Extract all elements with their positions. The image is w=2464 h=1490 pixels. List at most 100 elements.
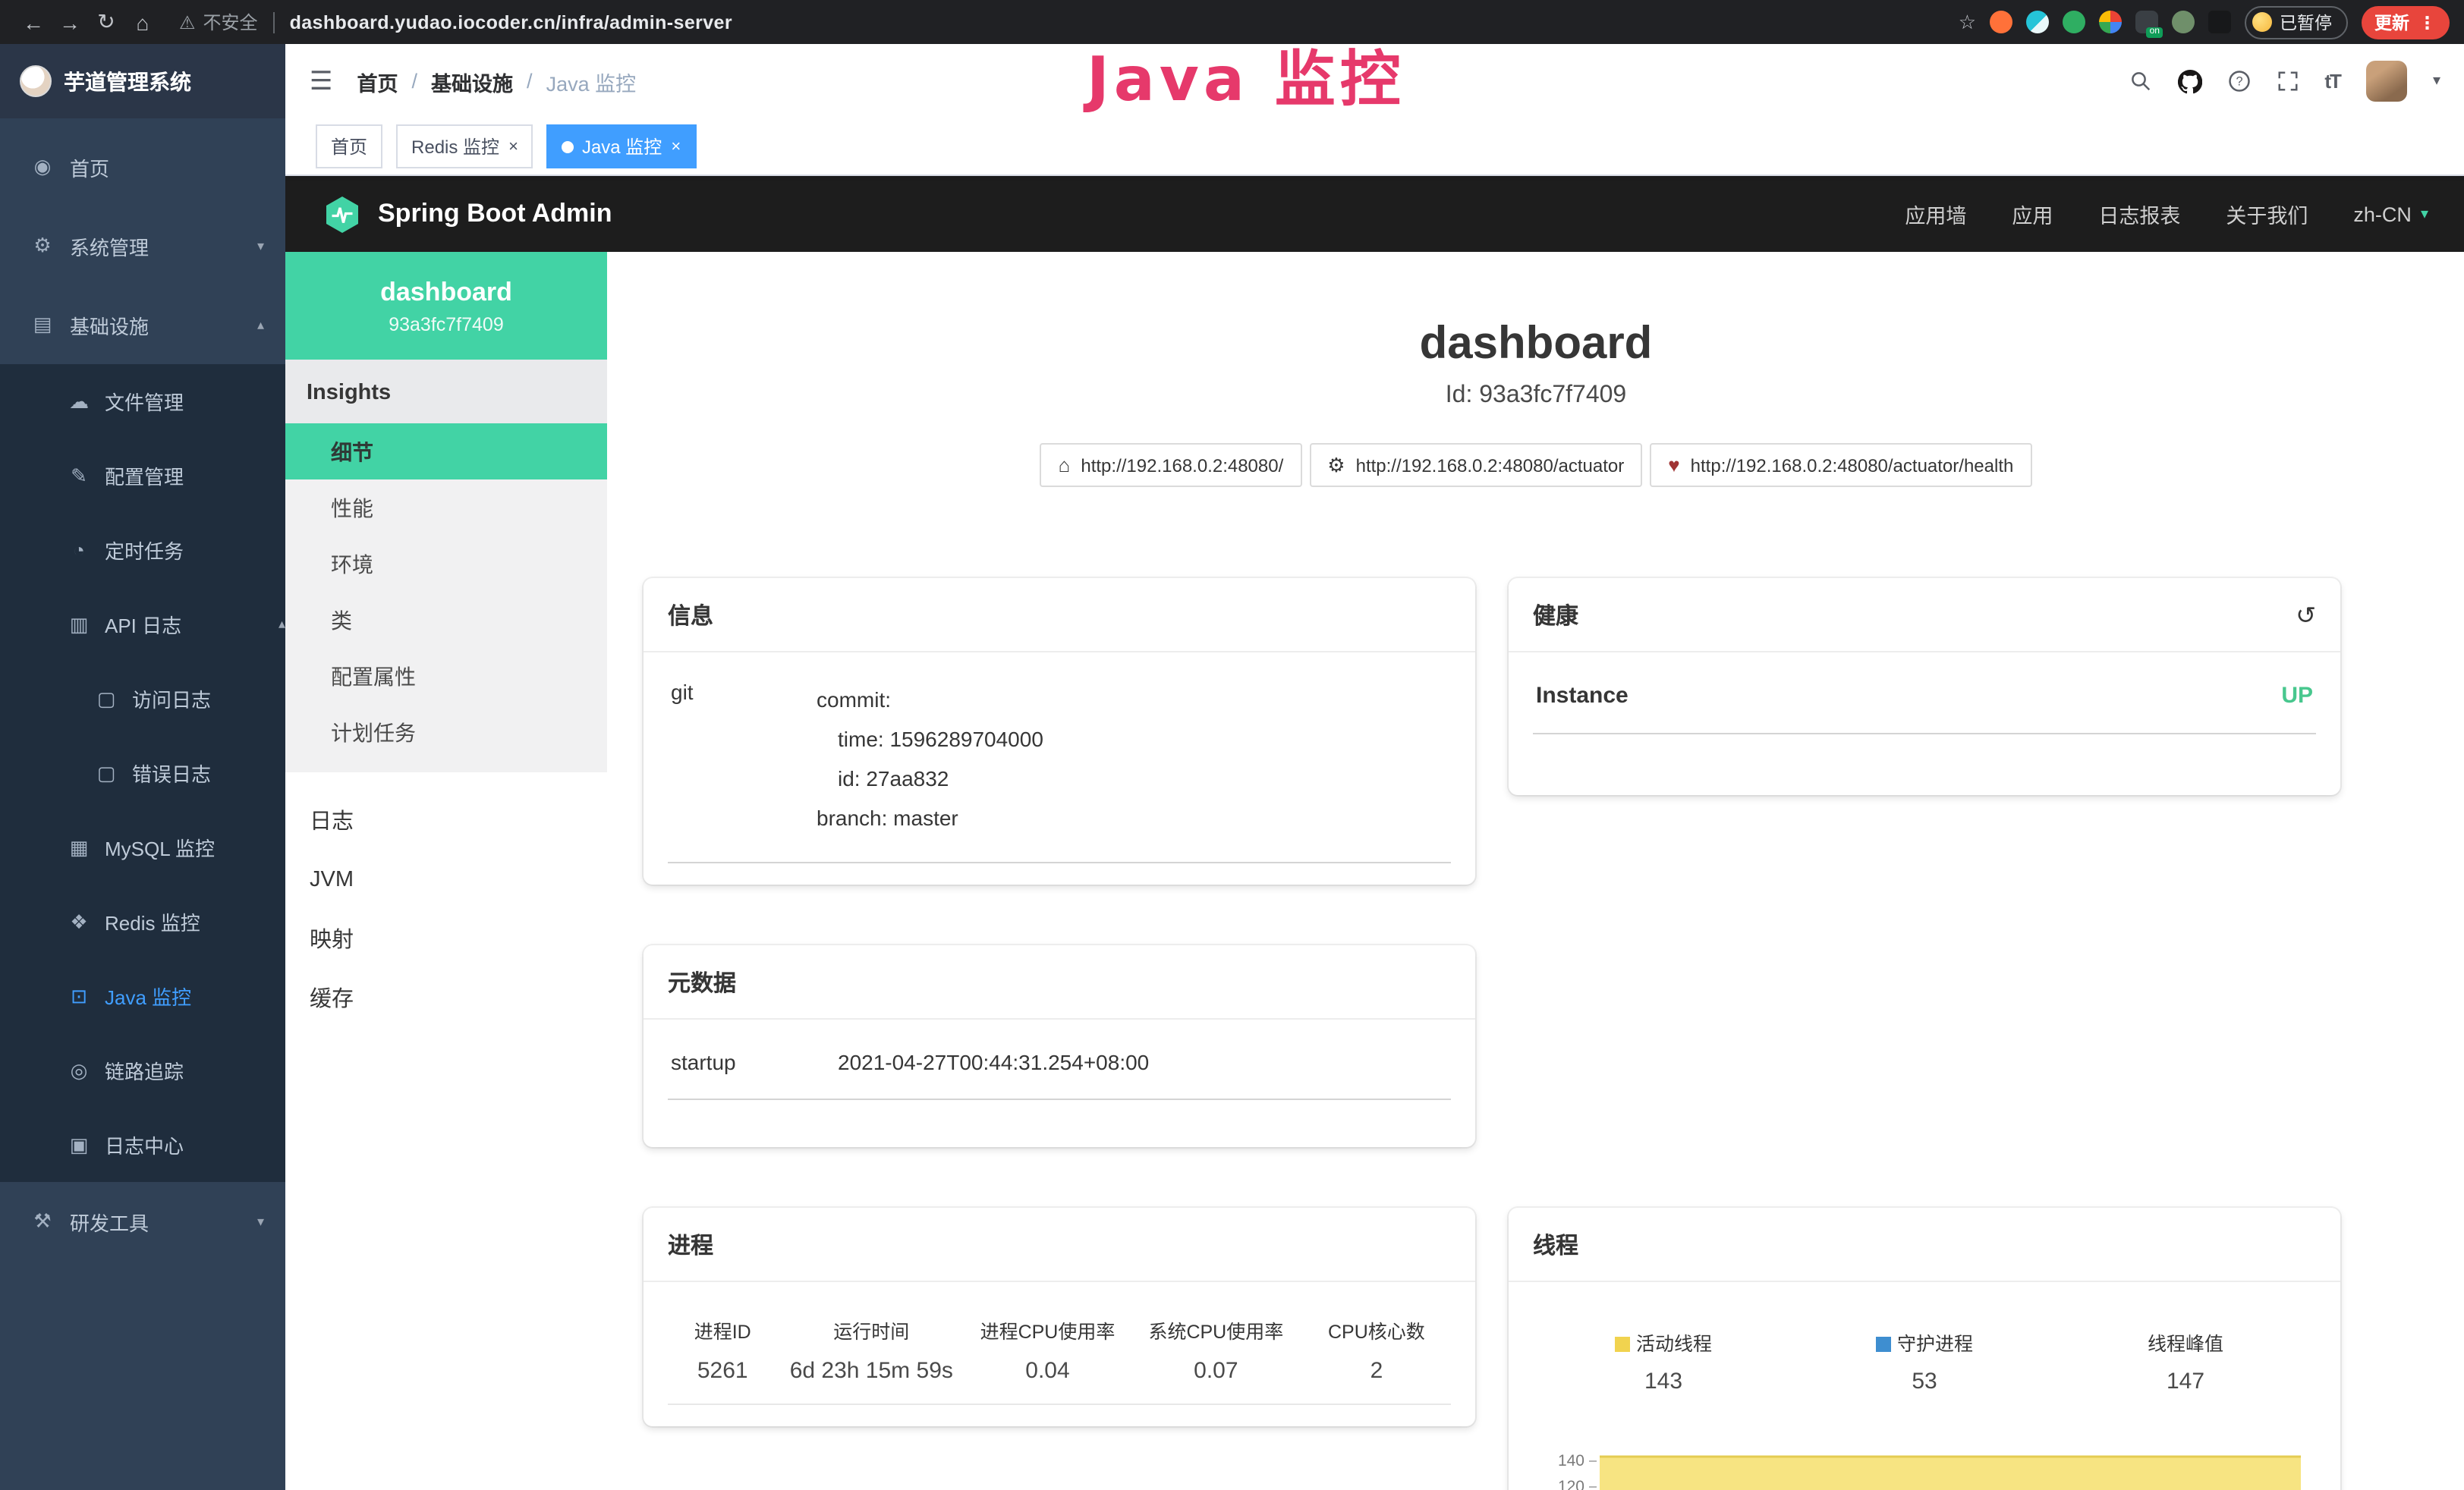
sidebar-item-infra[interactable]: ▤ 基础设施 ▴	[0, 285, 285, 364]
tab-home[interactable]: 首页	[316, 124, 382, 168]
tab-redis-monitor[interactable]: Redis 监控 ×	[396, 124, 533, 168]
security-label: 不安全	[203, 9, 258, 35]
sba-menu-list: 日志 JVM 映射 缓存	[285, 791, 607, 1027]
extensions-puzzle-icon[interactable]	[2208, 11, 2231, 33]
info-values: commit: time: 1596289704000 id: 27aa832 …	[817, 680, 1448, 838]
sba-nav-wallboard[interactable]: 应用墙	[1905, 199, 1966, 229]
sba-menu-classes[interactable]: 类	[285, 592, 607, 648]
actuator-url-button[interactable]: ⚙ http://192.168.0.2:48080/actuator	[1309, 443, 1642, 487]
forward-icon[interactable]: →	[52, 10, 88, 34]
sidebar-item-log-center[interactable]: ▣ 日志中心	[0, 1108, 285, 1182]
sba-instance-header[interactable]: dashboard 93a3fc7f7409	[285, 252, 607, 360]
service-url-button[interactable]: ⌂ http://192.168.0.2:48080/	[1040, 443, 1302, 487]
hamburger-icon[interactable]: ☰	[310, 66, 333, 96]
extension-icon[interactable]	[2099, 11, 2122, 33]
sba-nav-about[interactable]: 关于我们	[2226, 199, 2308, 229]
sidebar-item-label: API 日志	[105, 610, 181, 639]
user-avatar[interactable]	[2366, 61, 2407, 102]
sidebar-item-access-log[interactable]: ▢ 访问日志	[0, 662, 285, 736]
process-value: 0.04	[965, 1353, 1130, 1405]
extension-icon[interactable]	[1990, 11, 2012, 33]
sidebar-item-label: 系统管理	[70, 231, 149, 260]
sba-menu-logs[interactable]: 日志	[285, 791, 607, 850]
bookmark-star-icon[interactable]: ☆	[1959, 10, 1976, 34]
log-icon: ▣	[67, 1133, 91, 1157]
wrench-icon: ⚙	[1327, 453, 1345, 477]
close-icon[interactable]: ×	[508, 137, 518, 156]
chrome-update-button[interactable]: 更新 ⋮	[2361, 5, 2450, 39]
sidebar-item-error-log[interactable]: ▢ 错误日志	[0, 736, 285, 810]
extension-icon[interactable]: on	[2135, 11, 2158, 33]
address-bar[interactable]: dashboard.yudao.iocoder.cn/infra/admin-s…	[290, 11, 732, 33]
logo-avatar	[20, 65, 52, 97]
sidebar-item-api-log[interactable]: ▥ API 日志 ▴	[0, 587, 285, 662]
app-sidebar: 芋道管理系统 ◉ 首页 ⚙ 系统管理 ▾ ▤ 基础设施 ▴ ☁ 文件管理	[0, 44, 285, 1490]
extension-icon[interactable]	[2026, 11, 2049, 33]
sidebar-item-java-monitor[interactable]: ⊡ Java 监控	[0, 959, 285, 1033]
sba-nav-applications[interactable]: 应用	[2012, 199, 2053, 229]
fullscreen-icon[interactable]	[2276, 70, 2299, 93]
sba-menu-caches[interactable]: 缓存	[285, 968, 607, 1027]
home-icon[interactable]: ⌂	[124, 10, 161, 34]
sidebar-item-label: 访问日志	[132, 684, 211, 713]
sba-brand[interactable]: Spring Boot Admin	[322, 193, 612, 234]
sidebar-item-home[interactable]: ◉ 首页	[0, 127, 285, 206]
kebab-menu-icon[interactable]: ⋮	[2418, 11, 2436, 33]
breadcrumb-item[interactable]: 首页	[357, 66, 398, 96]
screen: ← → ↻ ⌂ ⚠ 不安全 dashboard.yudao.iocoder.cn…	[0, 0, 2464, 1490]
site-security-chip[interactable]: ⚠ 不安全	[179, 9, 258, 35]
sidebar-item-cron[interactable]: ◔ 定时任务	[0, 513, 285, 587]
app-logo[interactable]: 芋道管理系统	[0, 44, 285, 118]
help-icon[interactable]: ?	[2227, 70, 2250, 93]
process-col-header: 进程CPU使用率	[965, 1309, 1130, 1353]
sidebar-item-config-mgmt[interactable]: ✎ 配置管理	[0, 439, 285, 513]
tab-label: 首页	[331, 134, 367, 159]
extension-icon[interactable]	[2172, 11, 2195, 33]
sba-language-value: zh-CN	[2353, 203, 2412, 225]
tab-java-monitor[interactable]: Java 监控 ×	[547, 124, 696, 168]
document-icon: ▢	[94, 687, 118, 711]
sba-menu-jvm[interactable]: JVM	[285, 850, 607, 909]
sidebar-item-redis[interactable]: ❖ Redis 监控	[0, 885, 285, 959]
sba-language-select[interactable]: zh-CN ▾	[2353, 203, 2428, 225]
health-url-button[interactable]: ♥ http://192.168.0.2:48080/actuator/heal…	[1650, 443, 2031, 487]
sba-menu-scheduled-tasks[interactable]: 计划任务	[285, 704, 607, 760]
threads-card: 线程 活动线程 143 守护进程 53 线程峰值	[1509, 1208, 2340, 1490]
service-url: http://192.168.0.2:48080/	[1081, 454, 1283, 476]
sidebar-item-mysql[interactable]: ▦ MySQL 监控	[0, 810, 285, 885]
profile-paused-chip[interactable]: 已暂停	[2245, 5, 2347, 39]
sidebar-item-dev-tools[interactable]: ⚒ 研发工具 ▾	[0, 1182, 285, 1261]
sba-nav-journal[interactable]: 日志报表	[2098, 199, 2180, 229]
health-instance-row[interactable]: Instance UP	[1533, 659, 2316, 734]
tools-icon: ⚒	[30, 1209, 55, 1234]
sidebar-item-label: 日志中心	[105, 1130, 184, 1159]
sidebar-item-label: 基础设施	[70, 310, 149, 339]
history-icon[interactable]: ↺	[2296, 600, 2316, 630]
sba-menu-details[interactable]: 细节	[285, 423, 607, 479]
breadcrumb-item-current: Java 监控	[546, 66, 637, 96]
sba-menu-mappings[interactable]: 映射	[285, 909, 607, 968]
divider	[273, 11, 275, 33]
back-icon[interactable]: ←	[15, 10, 52, 34]
tab-label: Redis 监控	[411, 134, 499, 159]
sidebar-item-file-mgmt[interactable]: ☁ 文件管理	[0, 364, 285, 439]
gear-icon: ⚙	[30, 234, 55, 258]
process-col-header: 系统CPU使用率	[1130, 1309, 1302, 1353]
sidebar-item-system[interactable]: ⚙ 系统管理 ▾	[0, 206, 285, 285]
sidebar-item-tracing[interactable]: ◎ 链路追踪	[0, 1033, 285, 1108]
sba-insights-group: Insights 细节 性能 环境 类 配置属性 计划任务	[285, 360, 607, 772]
caret-down-icon[interactable]: ▾	[2433, 73, 2440, 90]
extension-icon[interactable]	[2063, 11, 2085, 33]
reload-icon[interactable]: ↻	[88, 9, 124, 35]
github-icon[interactable]	[2177, 69, 2201, 93]
threads-chart: 140 120 100	[1533, 1446, 2316, 1490]
paused-label: 已暂停	[2280, 10, 2332, 34]
sba-menu-metrics[interactable]: 性能	[285, 479, 607, 536]
sba-menu-config-props[interactable]: 配置属性	[285, 648, 607, 704]
threads-area-chart: 140 120 100	[1539, 1446, 2305, 1490]
sba-menu-environment[interactable]: 环境	[285, 536, 607, 592]
search-icon[interactable]	[2129, 70, 2151, 93]
font-size-icon[interactable]: tT	[2324, 70, 2340, 93]
breadcrumb-item[interactable]: 基础设施	[431, 66, 513, 96]
close-icon[interactable]: ×	[671, 137, 681, 156]
